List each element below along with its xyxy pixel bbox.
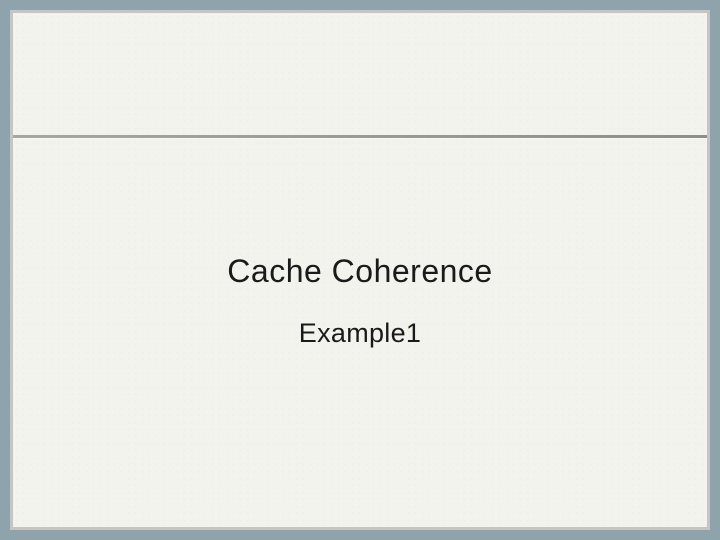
slide-subtitle: Example1	[13, 318, 707, 349]
slide-outer-border: Cache Coherence Example1	[10, 10, 710, 530]
slide-canvas: Cache Coherence Example1	[13, 13, 707, 527]
header-divider	[13, 135, 707, 138]
slide-title: Cache Coherence	[13, 253, 707, 290]
slide-content: Cache Coherence Example1	[13, 253, 707, 349]
